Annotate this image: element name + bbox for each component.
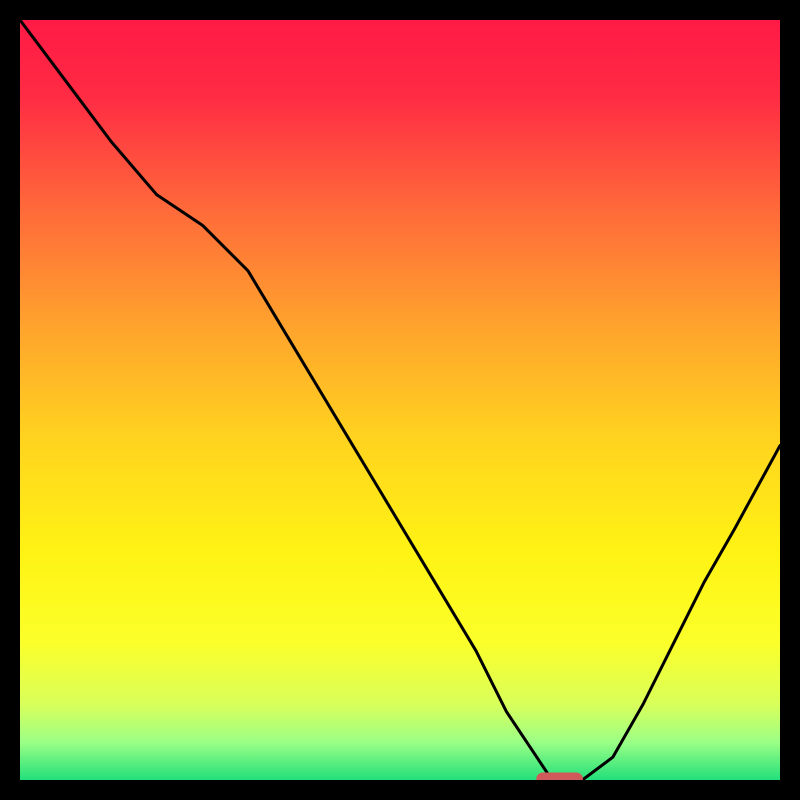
gradient-background	[20, 20, 780, 780]
chart-frame: TheBottleneck.com	[20, 20, 780, 780]
optimal-marker	[537, 773, 583, 780]
bottleneck-chart	[20, 20, 780, 780]
